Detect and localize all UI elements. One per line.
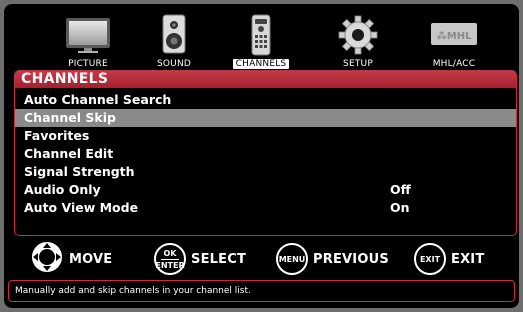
menu-item-value: Off: [390, 182, 411, 197]
menu-item-label: Auto Channel Search: [24, 92, 172, 107]
menu-item-favorites[interactable]: Favorites: [15, 127, 516, 145]
menu-button-icon: MENU: [276, 243, 308, 275]
menu-item-label: Auto View Mode: [24, 200, 139, 215]
move-label: MOVE: [69, 251, 113, 267]
menu-item-label: Signal Strength: [24, 164, 135, 179]
ok-enter-divider: [161, 258, 179, 260]
menu-item-auto-view-mode[interactable]: Auto View Mode On: [15, 199, 516, 217]
enter-text: ENTER: [155, 260, 185, 270]
remote-control-legend: MOVE OK ENTER SELECT MENU PREVIOUS EXIT …: [4, 242, 519, 276]
select-label: SELECT: [191, 251, 247, 267]
menu-item-channel-skip[interactable]: Channel Skip: [15, 109, 516, 127]
tab-sound[interactable]: SOUND: [132, 12, 216, 70]
tab-mhl-acc[interactable]: ⁂MHL MHL/ACC: [412, 12, 496, 70]
tab-setup[interactable]: SETUP: [316, 12, 400, 70]
previous-control[interactable]: MENU PREVIOUS: [276, 242, 389, 276]
menu-item-audio-only[interactable]: Audio Only Off: [15, 181, 516, 199]
exit-control[interactable]: EXIT EXIT: [414, 242, 484, 276]
menu-item-label: Channel Edit: [24, 146, 114, 161]
exit-button-text: EXIT: [419, 254, 441, 264]
tab-label-channels: CHANNELS: [232, 59, 290, 69]
tab-picture[interactable]: PICTURE: [46, 12, 130, 70]
previous-label: PREVIOUS: [313, 251, 389, 267]
tv-menu-screen: PICTURE SOUND CHANNELS SETUP ⁂MHL MHL/AC…: [4, 4, 519, 308]
select-control[interactable]: OK ENTER SELECT: [154, 242, 246, 276]
tab-label-mhl-acc: MHL/ACC: [432, 59, 476, 69]
tv-screen-icon: [62, 14, 114, 58]
menu-tab-bar: PICTURE SOUND CHANNELS SETUP ⁂MHL MHL/AC…: [4, 4, 519, 70]
exit-label: EXIT: [451, 251, 485, 267]
menu-text: MENU: [278, 254, 306, 264]
dpad-icon: [30, 240, 64, 278]
remote-control-icon: [246, 14, 276, 60]
menu-item-label: Favorites: [24, 128, 90, 143]
speaker-icon: [154, 14, 194, 58]
ok-enter-button-icon: OK ENTER: [154, 243, 186, 275]
move-control[interactable]: MOVE: [30, 242, 112, 276]
svg-text:⁂MHL: ⁂MHL: [437, 30, 473, 42]
menu-item-auto-channel-search[interactable]: Auto Channel Search: [15, 91, 516, 109]
tab-label-setup: SETUP: [343, 59, 373, 69]
menu-item-channel-edit[interactable]: Channel Edit: [15, 145, 516, 163]
menu-item-signal-strength[interactable]: Signal Strength: [15, 163, 516, 181]
tab-label-picture: PICTURE: [68, 59, 108, 69]
menu-item-label: Channel Skip: [24, 110, 116, 125]
help-text: Manually add and skip channels in your c…: [15, 286, 251, 296]
menu-item-label: Audio Only: [24, 182, 101, 197]
help-text-bar: Manually add and skip channels in your c…: [8, 280, 515, 302]
menu-item-value: On: [390, 200, 410, 215]
panel-title: CHANNELS: [15, 71, 516, 88]
gear-icon: [337, 14, 379, 60]
tab-channels[interactable]: CHANNELS: [219, 12, 303, 70]
channels-panel: CHANNELS Auto Channel Search Channel Ski…: [14, 70, 517, 236]
exit-button-icon: EXIT: [414, 243, 446, 275]
ok-text: OK: [163, 248, 177, 258]
tab-label-sound: SOUND: [156, 59, 192, 69]
channels-menu-list: Auto Channel Search Channel Skip Favorit…: [15, 91, 516, 217]
mhl-logo-icon: ⁂MHL: [428, 14, 480, 58]
